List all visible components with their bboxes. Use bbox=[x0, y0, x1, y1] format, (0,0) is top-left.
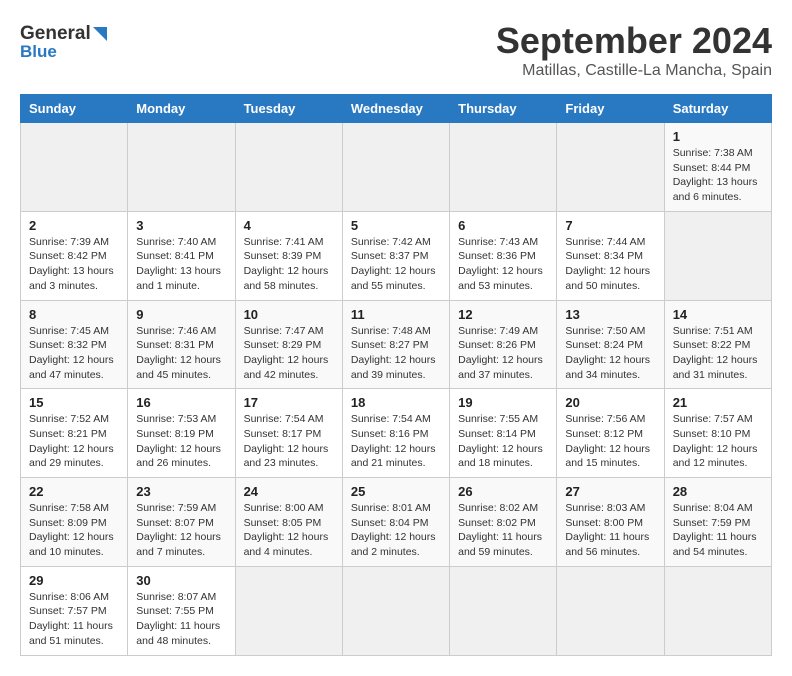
calendar-cell: 29Sunrise: 8:06 AMSunset: 7:57 PMDayligh… bbox=[21, 566, 128, 655]
calendar-cell bbox=[664, 566, 771, 655]
weekday-header: Sunday bbox=[21, 95, 128, 123]
logo: General Blue bbox=[20, 20, 107, 60]
calendar-cell: 22Sunrise: 7:58 AMSunset: 8:09 PMDayligh… bbox=[21, 478, 128, 567]
calendar-cell: 8Sunrise: 7:45 AMSunset: 8:32 PMDaylight… bbox=[21, 300, 128, 389]
calendar-cell: 26Sunrise: 8:02 AMSunset: 8:02 PMDayligh… bbox=[450, 478, 557, 567]
calendar-week-row: 2Sunrise: 7:39 AMSunset: 8:42 PMDaylight… bbox=[21, 211, 772, 300]
calendar-cell: 15Sunrise: 7:52 AMSunset: 8:21 PMDayligh… bbox=[21, 389, 128, 478]
calendar-cell-empty bbox=[235, 123, 342, 212]
calendar-cell-empty bbox=[450, 123, 557, 212]
calendar-cell: 3Sunrise: 7:40 AMSunset: 8:41 PMDaylight… bbox=[128, 211, 235, 300]
calendar-cell: 17Sunrise: 7:54 AMSunset: 8:17 PMDayligh… bbox=[235, 389, 342, 478]
calendar-cell bbox=[342, 566, 449, 655]
page-subtitle: Matillas, Castille-La Mancha, Spain bbox=[496, 62, 772, 80]
calendar-cell-empty bbox=[128, 123, 235, 212]
calendar-week-row: 8Sunrise: 7:45 AMSunset: 8:32 PMDaylight… bbox=[21, 300, 772, 389]
calendar-cell-empty bbox=[21, 123, 128, 212]
weekday-header: Friday bbox=[557, 95, 664, 123]
weekday-header: Saturday bbox=[664, 95, 771, 123]
calendar-cell: 11Sunrise: 7:48 AMSunset: 8:27 PMDayligh… bbox=[342, 300, 449, 389]
calendar-cell: 19Sunrise: 7:55 AMSunset: 8:14 PMDayligh… bbox=[450, 389, 557, 478]
calendar-cell: 18Sunrise: 7:54 AMSunset: 8:16 PMDayligh… bbox=[342, 389, 449, 478]
logo-chevron-icon bbox=[93, 27, 107, 41]
logo-blue-text: Blue bbox=[20, 43, 107, 60]
calendar-cell: 10Sunrise: 7:47 AMSunset: 8:29 PMDayligh… bbox=[235, 300, 342, 389]
calendar-cell bbox=[664, 211, 771, 300]
calendar-week-row: 15Sunrise: 7:52 AMSunset: 8:21 PMDayligh… bbox=[21, 389, 772, 478]
weekday-header: Tuesday bbox=[235, 95, 342, 123]
calendar-cell: 13Sunrise: 7:50 AMSunset: 8:24 PMDayligh… bbox=[557, 300, 664, 389]
weekday-header: Thursday bbox=[450, 95, 557, 123]
calendar-cell: 14Sunrise: 7:51 AMSunset: 8:22 PMDayligh… bbox=[664, 300, 771, 389]
calendar-cell: 21Sunrise: 7:57 AMSunset: 8:10 PMDayligh… bbox=[664, 389, 771, 478]
calendar-cell: 7Sunrise: 7:44 AMSunset: 8:34 PMDaylight… bbox=[557, 211, 664, 300]
calendar-cell: 20Sunrise: 7:56 AMSunset: 8:12 PMDayligh… bbox=[557, 389, 664, 478]
calendar-header-row: SundayMondayTuesdayWednesdayThursdayFrid… bbox=[21, 95, 772, 123]
calendar-table: SundayMondayTuesdayWednesdayThursdayFrid… bbox=[20, 94, 772, 656]
calendar-cell bbox=[450, 566, 557, 655]
calendar-cell: 24Sunrise: 8:00 AMSunset: 8:05 PMDayligh… bbox=[235, 478, 342, 567]
page-title: September 2024 bbox=[496, 20, 772, 62]
calendar-cell: 1Sunrise: 7:38 AMSunset: 8:44 PMDaylight… bbox=[664, 123, 771, 212]
calendar-week-row: 1Sunrise: 7:38 AMSunset: 8:44 PMDaylight… bbox=[21, 123, 772, 212]
calendar-cell bbox=[235, 566, 342, 655]
calendar-cell: 25Sunrise: 8:01 AMSunset: 8:04 PMDayligh… bbox=[342, 478, 449, 567]
calendar-cell bbox=[557, 566, 664, 655]
calendar-cell: 28Sunrise: 8:04 AMSunset: 7:59 PMDayligh… bbox=[664, 478, 771, 567]
title-section: September 2024 Matillas, Castille-La Man… bbox=[496, 20, 772, 80]
calendar-cell: 2Sunrise: 7:39 AMSunset: 8:42 PMDaylight… bbox=[21, 211, 128, 300]
calendar-cell: 30Sunrise: 8:07 AMSunset: 7:55 PMDayligh… bbox=[128, 566, 235, 655]
page-header: General Blue September 2024 Matillas, Ca… bbox=[20, 20, 772, 80]
weekday-header: Monday bbox=[128, 95, 235, 123]
calendar-cell-empty bbox=[342, 123, 449, 212]
calendar-cell: 23Sunrise: 7:59 AMSunset: 8:07 PMDayligh… bbox=[128, 478, 235, 567]
calendar-cell: 4Sunrise: 7:41 AMSunset: 8:39 PMDaylight… bbox=[235, 211, 342, 300]
calendar-cell: 16Sunrise: 7:53 AMSunset: 8:19 PMDayligh… bbox=[128, 389, 235, 478]
calendar-cell: 9Sunrise: 7:46 AMSunset: 8:31 PMDaylight… bbox=[128, 300, 235, 389]
calendar-cell: 6Sunrise: 7:43 AMSunset: 8:36 PMDaylight… bbox=[450, 211, 557, 300]
calendar-cell: 5Sunrise: 7:42 AMSunset: 8:37 PMDaylight… bbox=[342, 211, 449, 300]
logo-general-text: General bbox=[20, 24, 91, 43]
calendar-cell: 12Sunrise: 7:49 AMSunset: 8:26 PMDayligh… bbox=[450, 300, 557, 389]
calendar-week-row: 22Sunrise: 7:58 AMSunset: 8:09 PMDayligh… bbox=[21, 478, 772, 567]
calendar-week-row: 29Sunrise: 8:06 AMSunset: 7:57 PMDayligh… bbox=[21, 566, 772, 655]
calendar-cell-empty bbox=[557, 123, 664, 212]
weekday-header: Wednesday bbox=[342, 95, 449, 123]
calendar-cell: 27Sunrise: 8:03 AMSunset: 8:00 PMDayligh… bbox=[557, 478, 664, 567]
